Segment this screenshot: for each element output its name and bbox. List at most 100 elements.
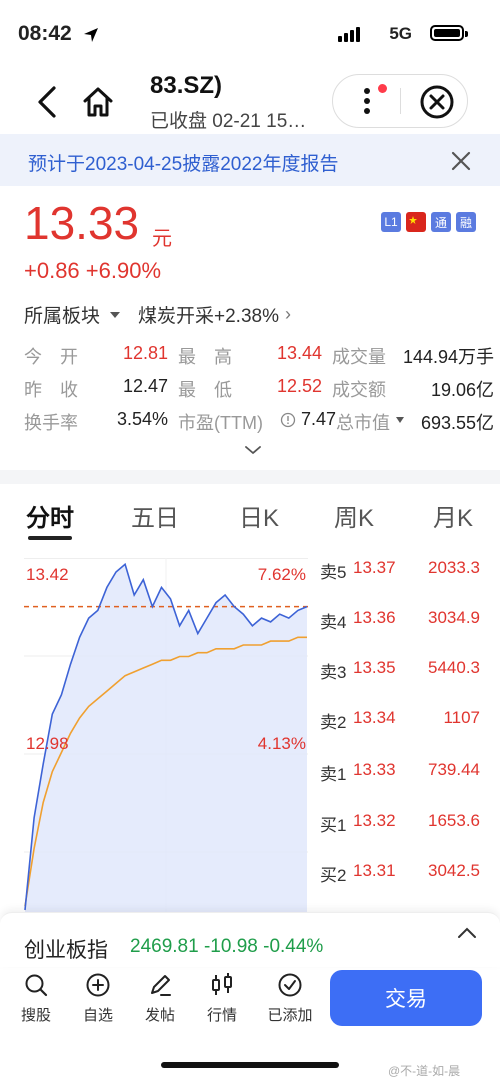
low-label: 最 低: [178, 380, 232, 400]
badge-group: L1 通 融: [381, 212, 476, 232]
market-status: 已收盘 02-21 15…: [150, 111, 307, 132]
network-label: 5G: [389, 24, 412, 43]
price-unit: 元: [152, 228, 172, 250]
orderbook-price: 13.34: [353, 708, 396, 727]
notice-close-icon[interactable]: [450, 150, 472, 172]
amount-value: 19.06亿: [430, 380, 494, 400]
chevron-up-icon[interactable]: [456, 926, 478, 940]
orderbook-volume: 2033.3: [428, 558, 480, 577]
orderbook-level: 卖4: [320, 613, 347, 632]
orderbook-volume: 1653.6: [428, 811, 480, 830]
nav-added[interactable]: 已添加: [258, 972, 322, 1025]
volume-value: 144.94万手: [402, 347, 494, 367]
high-value: 13.44: [276, 343, 322, 363]
orderbook-level: 买1: [320, 816, 347, 835]
current-price: 13.33: [24, 197, 140, 249]
price-change: +0.86 +6.90%: [24, 258, 162, 283]
orderbook-row: 卖4 13.36 3034.9: [320, 608, 480, 632]
prev-close-label: 昨 收: [24, 380, 78, 400]
mktcap-label: 总市值: [336, 413, 390, 433]
orderbook-price: 13.35: [353, 658, 396, 677]
high-label: 最 高: [178, 347, 232, 367]
nav-search[interactable]: 搜股: [8, 972, 64, 1025]
orderbook-level: 卖5: [320, 563, 347, 582]
tab-five-day[interactable]: 五日: [131, 498, 179, 533]
y-label-top: 13.42: [26, 565, 69, 584]
orderbook-row: 卖1 13.33 739.44: [320, 760, 480, 784]
battery-icon: [430, 25, 464, 41]
amount-label: 成交额: [332, 380, 386, 400]
nav-market[interactable]: 行情: [194, 972, 250, 1025]
trade-button[interactable]: 交易: [330, 970, 482, 1026]
tab-intraday[interactable]: 分时: [26, 498, 74, 533]
watermark: @不-道-如-晨: [388, 1064, 461, 1078]
tab-indicator: [28, 536, 72, 540]
orderbook-row: 买1 13.32 1653.6: [320, 811, 480, 835]
nav-search-label: 搜股: [20, 1007, 51, 1024]
sector-row[interactable]: 所属板块 煤炭开采+2.38% ›: [24, 301, 291, 328]
nav-post-label: 发帖: [144, 1007, 175, 1024]
index-name: 创业板指: [24, 939, 108, 962]
pct-label-mid: 4.13%: [258, 734, 306, 753]
orderbook-level: 卖3: [320, 663, 347, 682]
nav-watchlist-label: 自选: [82, 1007, 113, 1024]
orderbook-price: 13.37: [353, 558, 396, 577]
capsule-divider: [400, 88, 401, 114]
tab-daily-k[interactable]: 日K: [239, 498, 279, 533]
prev-close-value: 12.47: [122, 376, 168, 396]
orderbook-row: 卖5 13.37 2033.3: [320, 558, 480, 582]
orderbook-price: 13.33: [353, 760, 396, 779]
info-icon[interactable]: [280, 412, 296, 428]
signal-icon: [338, 27, 360, 42]
expand-chevron-icon[interactable]: [244, 444, 262, 456]
sector-label: 所属板块: [24, 306, 101, 327]
open-value: 12.81: [122, 343, 168, 363]
turnover-value: 3.54%: [116, 409, 168, 429]
orderbook-price: 13.36: [353, 608, 396, 627]
orderbook-level: 卖1: [320, 765, 347, 784]
orderbook-level: 卖2: [320, 713, 347, 732]
battery-cap: [465, 31, 468, 37]
candlestick-icon: [212, 973, 232, 995]
turnover-label: 换手率: [24, 413, 78, 433]
home-indicator: [161, 1062, 339, 1068]
status-time: 08:42: [18, 22, 72, 45]
orderbook-row: 卖2 13.34 1107: [320, 708, 480, 732]
y-label-mid: 12.98: [26, 734, 69, 753]
stock-connect-badge[interactable]: 通: [431, 212, 451, 232]
nav-watchlist[interactable]: 自选: [70, 972, 126, 1025]
caret-down-icon: [110, 311, 121, 318]
nav-post[interactable]: 发帖: [132, 972, 188, 1025]
more-icon[interactable]: [362, 86, 372, 116]
low-value: 12.52: [276, 376, 322, 396]
add-icon: [86, 973, 110, 997]
orderbook-volume: 739.44: [428, 760, 480, 779]
level1-badge[interactable]: L1: [381, 212, 401, 232]
notification-dot: [378, 84, 387, 93]
notice-text[interactable]: 预计于2023-04-25披露2022年度报告: [28, 149, 338, 176]
mktcap-caret-icon[interactable]: [396, 417, 404, 423]
back-icon[interactable]: [32, 85, 62, 119]
intraday-chart[interactable]: 13.42 12.98 7.62% 4.13%: [24, 558, 308, 912]
home-icon[interactable]: [80, 84, 116, 120]
pen-icon: [151, 975, 171, 996]
nav-market-label: 行情: [206, 1007, 237, 1024]
sector-value: 煤炭开采+2.38%: [138, 306, 279, 327]
close-icon[interactable]: [419, 84, 455, 120]
china-flag-icon: [406, 212, 426, 232]
volume-label: 成交量: [332, 347, 386, 367]
orderbook-level: 买2: [320, 866, 347, 885]
check-icon: [278, 973, 302, 997]
orderbook-volume: 1107: [443, 708, 480, 727]
chevron-right-icon: ›: [285, 304, 291, 324]
tab-weekly-k[interactable]: 周K: [334, 498, 374, 533]
pct-label-top: 7.62%: [258, 565, 306, 584]
pe-value: 7.47: [300, 409, 336, 429]
orderbook-volume: 3042.5: [428, 861, 480, 880]
tab-monthly-k[interactable]: 月K: [433, 498, 473, 533]
pe-label: 市盈(TTM): [178, 413, 263, 433]
nav-added-label: 已添加: [267, 1007, 313, 1024]
search-icon: [25, 974, 48, 997]
location-icon: [84, 28, 98, 42]
margin-badge[interactable]: 融: [456, 212, 476, 232]
